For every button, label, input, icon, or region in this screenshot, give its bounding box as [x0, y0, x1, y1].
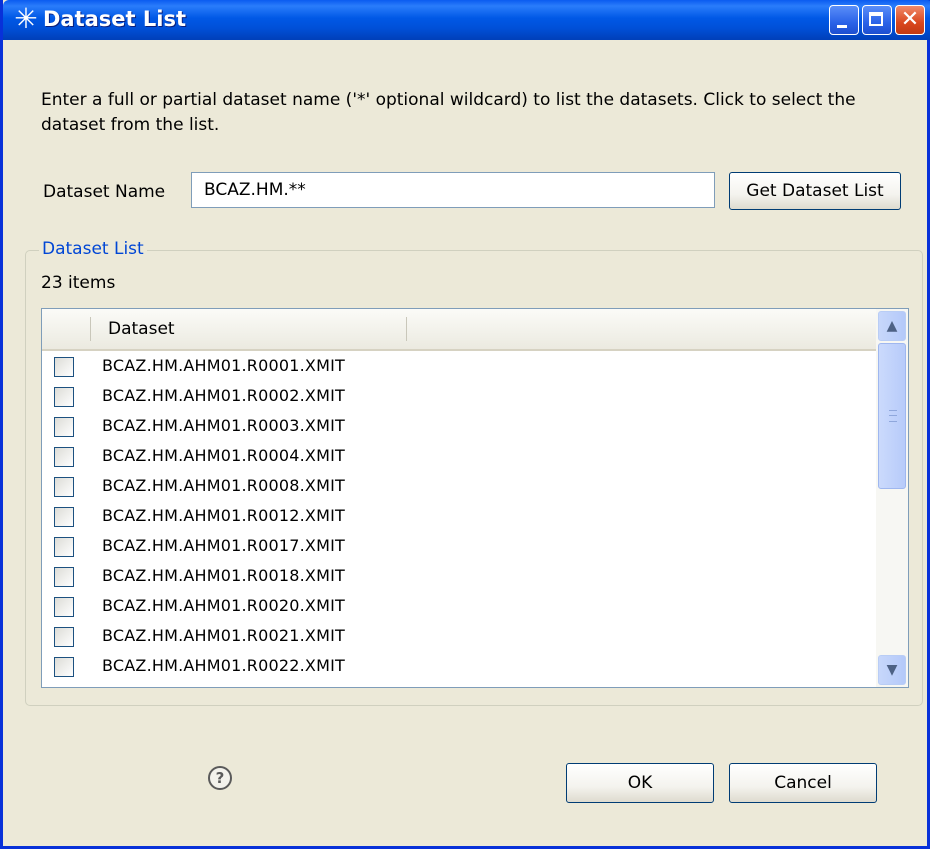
dataset-name-cell: BCAZ.HM.AHM01.R0022.XMIT [102, 656, 345, 675]
scroll-down-button[interactable]: ▼ [878, 655, 906, 685]
table-body: BCAZ.HM.AHM01.R0001.XMIT BCAZ.HM.AHM01.R0… [42, 351, 876, 688]
vertical-scrollbar[interactable]: ▲ ▼ [876, 309, 908, 687]
row-checkbox[interactable] [54, 507, 74, 527]
dataset-name-cell: BCAZ.HM.AHM01.R0003.XMIT [102, 416, 345, 435]
scroll-thumb[interactable] [878, 343, 906, 489]
maximize-button[interactable] [862, 5, 892, 35]
table-row[interactable]: BCAZ.HM.AHM01.R0002.XMIT [42, 381, 876, 411]
dataset-name-input[interactable] [191, 172, 715, 208]
row-checkbox[interactable] [54, 387, 74, 407]
close-button[interactable]: ✕ [895, 5, 925, 35]
table-row[interactable]: BCAZ.HM.AHM01.R0012.XMIT [42, 501, 876, 531]
row-checkbox[interactable] [54, 567, 74, 587]
dataset-name-label: Dataset Name [43, 182, 166, 202]
dataset-name-cell: BCAZ.HM.AHM01.R0017.XMIT [102, 536, 345, 555]
close-icon: ✕ [900, 7, 920, 32]
row-checkbox[interactable] [54, 417, 74, 437]
dataset-name-cell: BCAZ.HM.AHM01.R0008.XMIT [102, 476, 345, 495]
row-checkbox[interactable] [54, 657, 74, 677]
row-checkbox[interactable] [54, 627, 74, 647]
dataset-table: Dataset BCAZ.HM.AHM01.R0001.XMIT BCAZ.HM.… [41, 308, 909, 688]
dataset-name-cell: BCAZ.HM.AHM01.R0001.XMIT [102, 356, 345, 375]
table-row[interactable] [42, 681, 876, 688]
table-header: Dataset [42, 309, 876, 351]
instructions-text: Enter a full or partial dataset name ('*… [41, 90, 856, 135]
table-row[interactable]: BCAZ.HM.AHM01.R0022.XMIT [42, 651, 876, 681]
ok-button[interactable]: OK [566, 763, 714, 803]
table-row[interactable]: BCAZ.HM.AHM01.R0017.XMIT [42, 531, 876, 561]
group-title: Dataset List [39, 239, 147, 259]
row-checkbox[interactable] [54, 537, 74, 557]
header-divider [90, 317, 91, 341]
dataset-name-cell: BCAZ.HM.AHM01.R0012.XMIT [102, 506, 345, 525]
header-divider[interactable] [406, 317, 407, 341]
row-checkbox[interactable] [54, 597, 74, 617]
grip-icon [889, 410, 897, 422]
asterisk-icon: ✳ [14, 2, 38, 35]
cancel-button[interactable]: Cancel [729, 763, 877, 803]
table-row[interactable]: BCAZ.HM.AHM01.R0021.XMIT [42, 621, 876, 651]
dataset-name-cell: BCAZ.HM.AHM01.R0021.XMIT [102, 626, 345, 645]
table-row[interactable]: BCAZ.HM.AHM01.R0004.XMIT [42, 441, 876, 471]
row-checkbox[interactable] [54, 477, 74, 497]
dataset-name-cell: BCAZ.HM.AHM01.R0018.XMIT [102, 566, 345, 585]
item-count: 23 items [41, 273, 116, 293]
help-icon[interactable]: ? [208, 766, 232, 790]
minimize-button[interactable] [829, 5, 859, 35]
dataset-name-cell: BCAZ.HM.AHM01.R0020.XMIT [102, 596, 345, 615]
table-row[interactable]: BCAZ.HM.AHM01.R0018.XMIT [42, 561, 876, 591]
get-dataset-list-button[interactable]: Get Dataset List [729, 172, 901, 210]
row-checkbox[interactable] [54, 687, 74, 688]
table-row[interactable]: BCAZ.HM.AHM01.R0008.XMIT [42, 471, 876, 501]
table-row[interactable]: BCAZ.HM.AHM01.R0003.XMIT [42, 411, 876, 441]
scroll-up-button[interactable]: ▲ [878, 311, 906, 341]
dataset-name-cell: BCAZ.HM.AHM01.R0004.XMIT [102, 446, 345, 465]
table-row[interactable]: BCAZ.HM.AHM01.R0001.XMIT [42, 351, 876, 381]
row-checkbox[interactable] [54, 357, 74, 377]
dialog-window: ✳ Dataset List ✕ Enter a full or partial… [0, 0, 930, 849]
row-checkbox[interactable] [54, 447, 74, 467]
column-header-dataset[interactable]: Dataset [108, 319, 175, 339]
table-row[interactable]: BCAZ.HM.AHM01.R0020.XMIT [42, 591, 876, 621]
window-title: Dataset List [43, 7, 187, 31]
title-bar[interactable]: ✳ Dataset List ✕ [3, 0, 930, 40]
dataset-name-cell: BCAZ.HM.AHM01.R0002.XMIT [102, 386, 345, 405]
